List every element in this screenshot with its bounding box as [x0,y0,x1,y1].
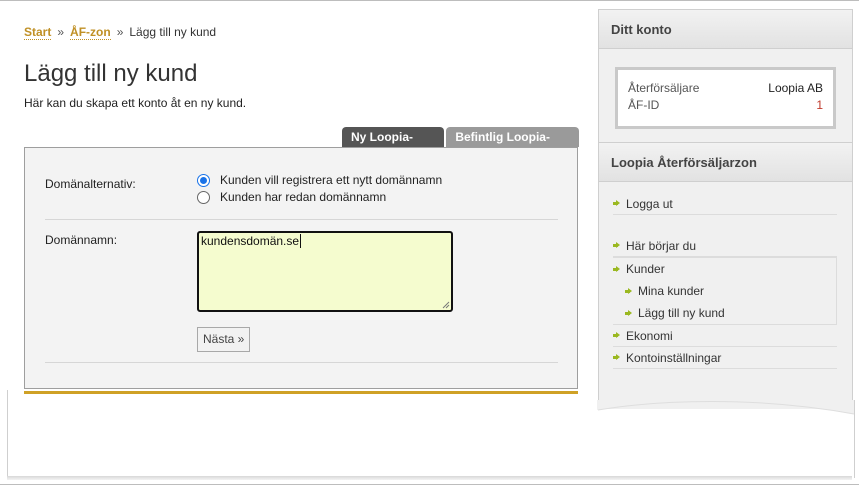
next-button[interactable]: Nästa » [197,327,251,352]
breadcrumb-separator: » [57,25,65,39]
nav-economy[interactable]: Ekonomi [613,325,837,347]
reseller-value: Loopia AB [768,81,823,95]
zone-section-title: Loopia Återförsäljarzon [599,142,852,182]
radio-existing-domain[interactable]: Kunden har redan domännamn [197,190,386,204]
nav-economy-label: Ekonomi [626,328,673,343]
reseller-key: Återförsäljare [628,81,700,95]
accent-bar [24,391,578,394]
nav-customers-label: Kunder [626,262,665,276]
nav-my-customers-label: Mina kunder [638,284,705,298]
sidebar: Ditt konto Återförsäljare Loopia AB ÅF-I… [598,9,853,409]
form-divider-bottom [45,362,558,363]
new-customer-form: Domänalternativ: Kunden vill registrera … [24,147,578,389]
tab-existing-loopia-customer[interactable]: Befintlig Loopia-kund [446,127,579,164]
account-info-box: Återförsäljare Loopia AB ÅF-ID 1 [615,67,836,129]
radio-new-domain[interactable]: Kunden vill registrera ett nytt domännam… [197,173,442,187]
breadcrumb-start-link[interactable]: Start [24,25,52,40]
footer-border [0,484,859,485]
nav-account-settings[interactable]: Kontoinställningar [613,347,837,369]
page-title: Lägg till ny kund [24,60,198,87]
radio-existing-domain-label: Kunden har redan domännamn [220,190,387,204]
account-reseller-row: Återförsäljare Loopia AB [628,80,823,97]
arrow-right-icon [613,242,620,249]
af-id-key: ÅF-ID [628,98,660,112]
nav-logout[interactable]: Logga ut [613,193,837,215]
breadcrumb-af-zon-link[interactable]: ÅF-zon [70,25,111,40]
radio-button-unchecked[interactable] [197,190,210,204]
account-id-row: ÅF-ID 1 [628,97,823,114]
arrow-right-icon [625,287,632,295]
arrow-right-icon [613,265,620,273]
breadcrumb-separator: » [116,25,124,39]
nav-account-settings-label: Kontoinställningar [626,350,722,365]
arrow-right-icon [613,354,620,361]
text-cursor: ​ [300,234,302,248]
nav-customers-group: Kunder Mina kunder Lägg till ny kund [613,257,837,325]
arrow-right-icon [613,200,620,207]
arrow-right-icon [625,309,632,317]
breadcrumb: Start » ÅF-zon » Lägg till ny kund [24,24,579,40]
nav-start-here-label: Här börjar du [626,238,697,253]
sidebar-curve-decoration [597,400,855,478]
radio-new-domain-label: Kunden vill registrera ett nytt domännam… [220,173,443,187]
domain-name-label: Domännamn: [45,233,118,247]
domain-name-value: kundensdomän.se [201,234,300,248]
nav-add-customer-label: Lägg till ny kund [638,306,725,320]
account-section-title: Ditt konto [599,9,852,49]
nav-add-customer[interactable]: Lägg till ny kund [613,302,836,324]
domain-option-row: Domänalternativ: Kunden vill registrera … [45,173,558,221]
nav-start-here[interactable]: Här börjar du [613,235,837,257]
page-description: Här kan du skapa ett konto åt en ny kund… [24,96,247,110]
nav-my-customers[interactable]: Mina kunder [613,280,836,302]
main-content: Start » ÅF-zon » Lägg till ny kund Lägg … [24,24,579,394]
zone-navigation: Logga ut Här börjar du Kunder Mina kunde… [613,193,837,369]
af-id-value: 1 [816,98,823,112]
page-bottom-border [7,476,852,480]
resize-handle-icon[interactable] [442,301,450,309]
radio-button-checked[interactable] [197,173,210,187]
page-left-border [7,390,8,476]
arrow-right-icon [613,332,620,339]
form-divider [45,219,558,220]
customer-type-tabs: Ny Loopia-kund Befintlig Loopia-kund [342,127,579,164]
nav-customers[interactable]: Kunder [613,258,836,280]
domain-option-label: Domänalternativ: [45,177,136,191]
tab-new-loopia-customer[interactable]: Ny Loopia-kund [342,127,445,164]
top-border [0,0,859,1]
breadcrumb-current: Lägg till ny kund [129,25,217,39]
domain-name-textarea[interactable]: kundensdomän.se​ [197,231,453,312]
nav-logout-label: Logga ut [626,196,673,211]
